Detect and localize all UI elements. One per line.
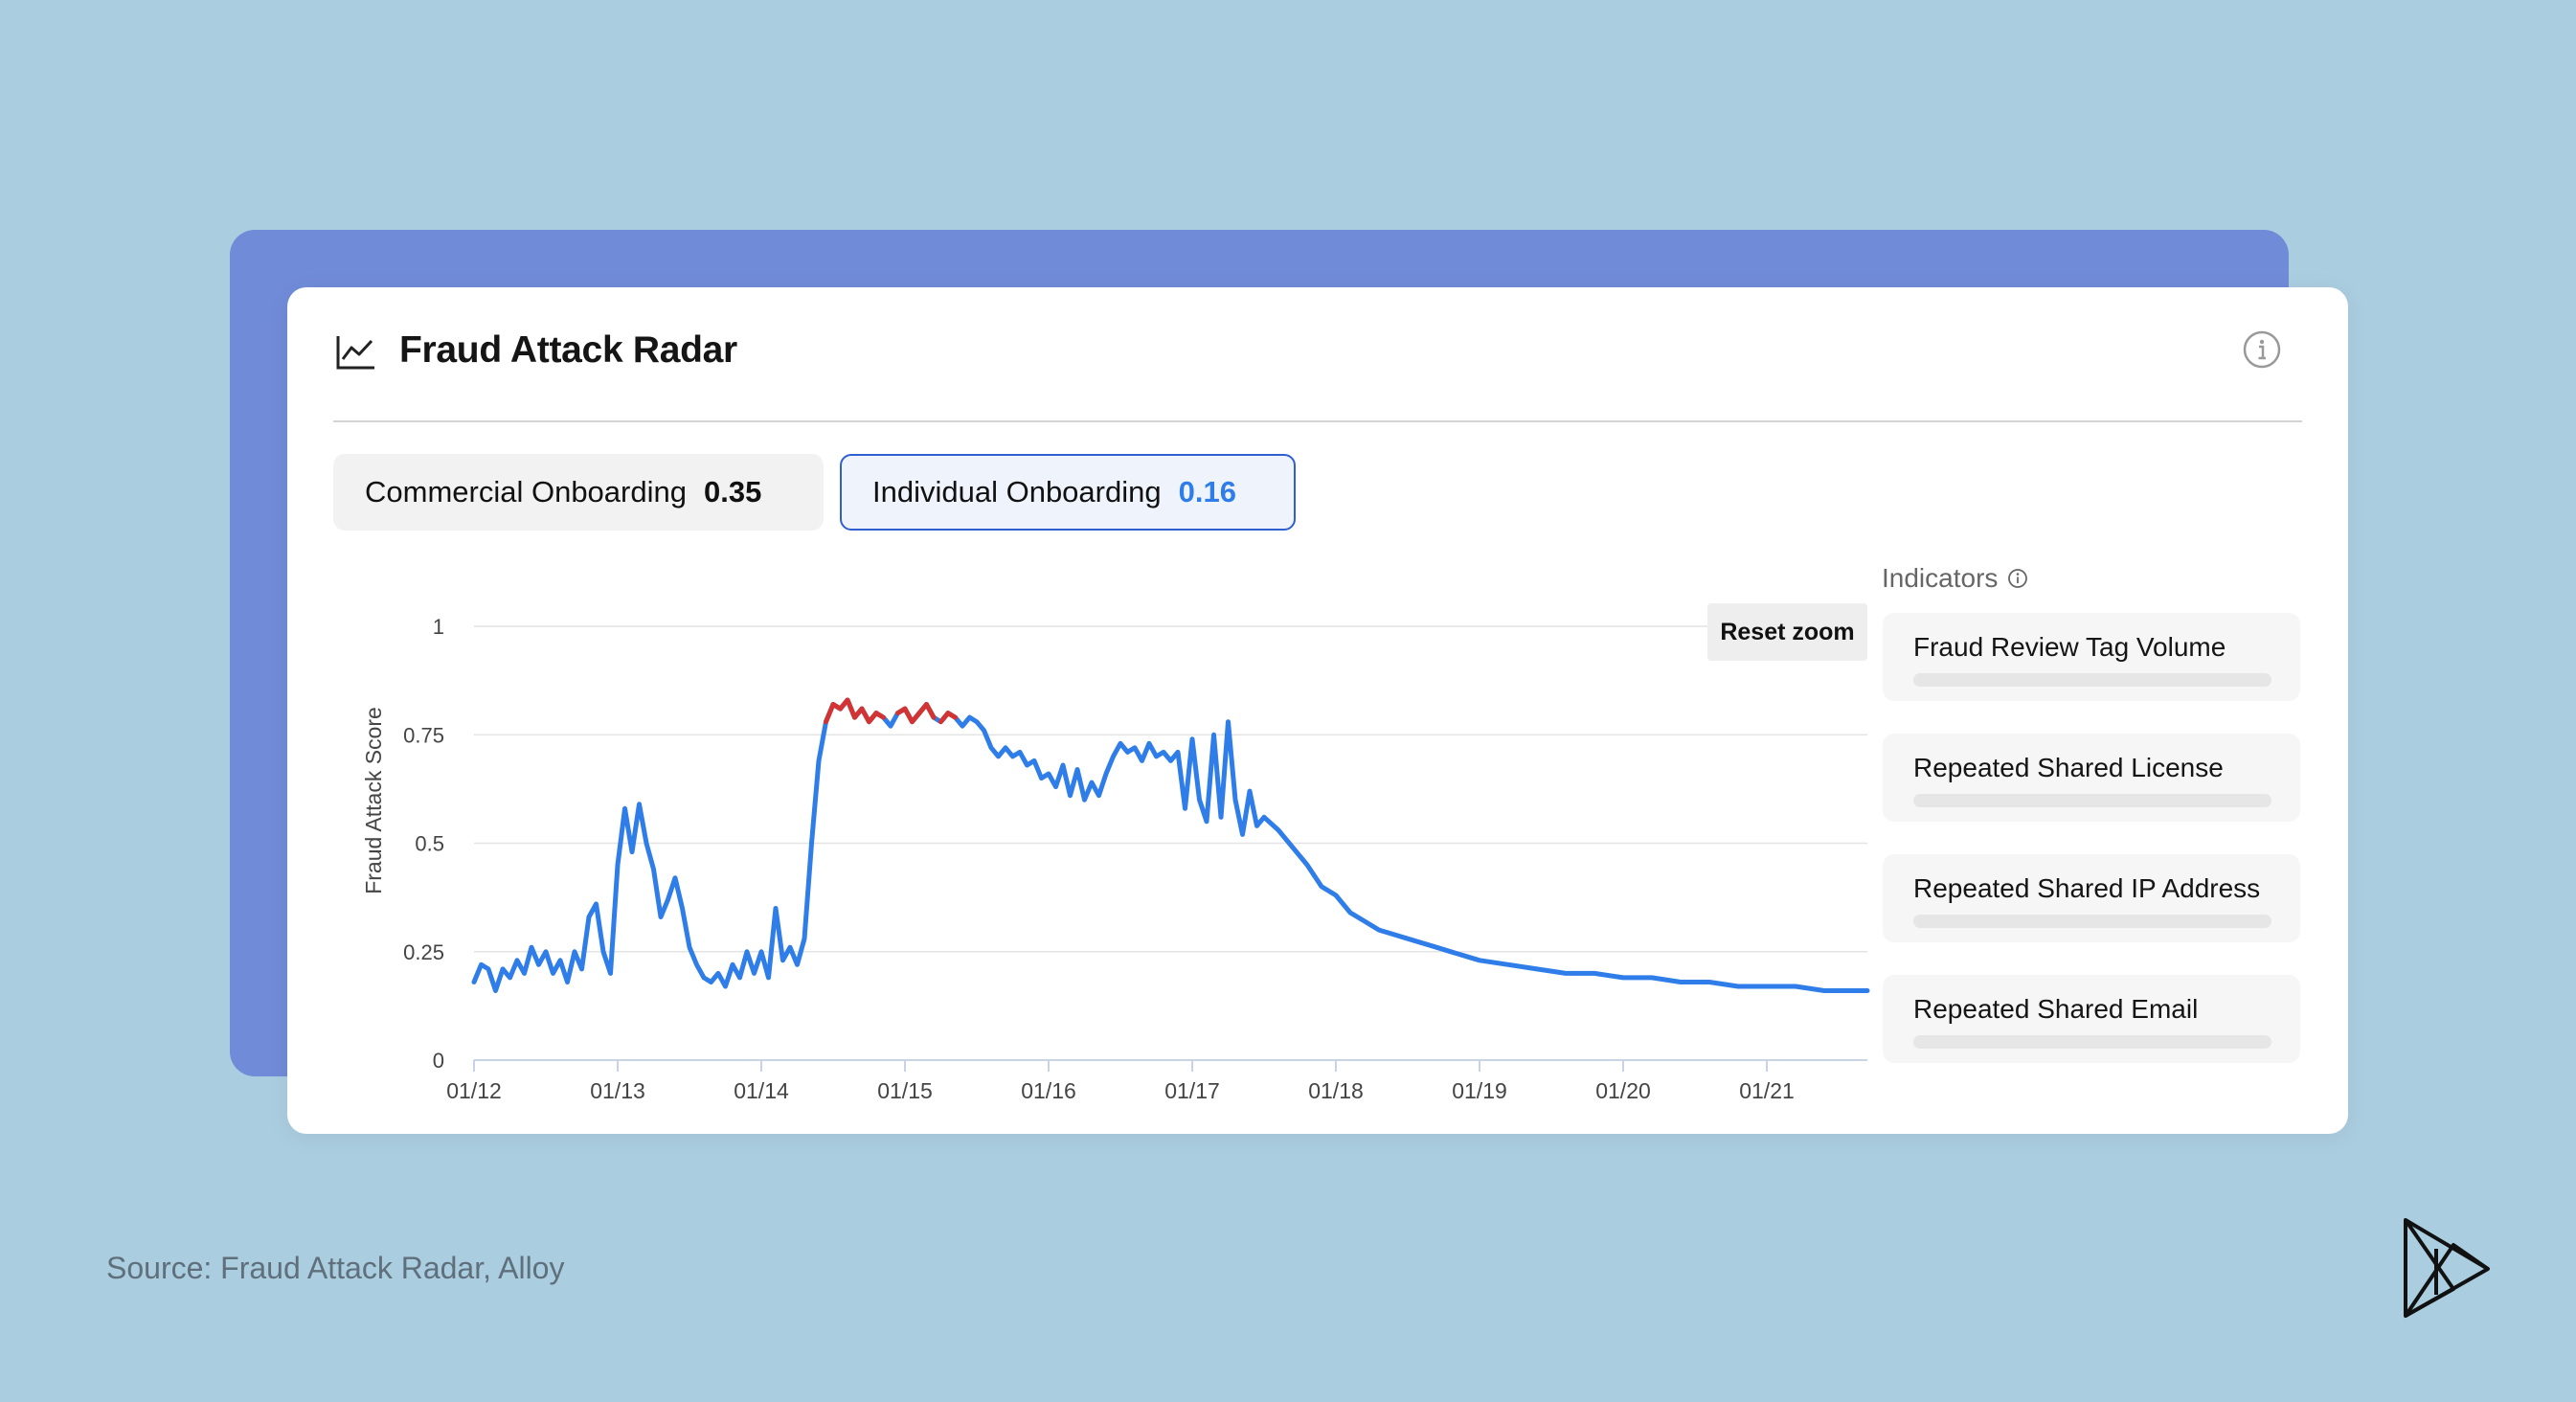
- x-tick-label: 01/17: [1164, 1078, 1220, 1103]
- indicator-bar: [1913, 794, 2271, 807]
- high-score-segment: [845, 697, 857, 720]
- info-icon[interactable]: [2007, 568, 2028, 589]
- indicator-repeated-shared-email[interactable]: Repeated Shared Email: [1883, 975, 2300, 1063]
- indicators-title: Indicators: [1882, 563, 1999, 593]
- x-tick-label: 01/16: [1021, 1078, 1076, 1103]
- tab-commercial-onboarding[interactable]: Commercial Onboarding 0.35: [333, 454, 824, 531]
- x-tick-label: 01/12: [446, 1078, 502, 1103]
- high-score-segment: [924, 702, 937, 720]
- y-tick-label: 0.25: [403, 940, 444, 964]
- x-tick-label: 01/21: [1739, 1078, 1795, 1103]
- indicator-bar: [1913, 1035, 2271, 1049]
- indicator-bar: [1913, 673, 2271, 687]
- line-chart-icon: [336, 336, 374, 370]
- header-divider: [333, 420, 2302, 422]
- indicator-label: Fraud Review Tag Volume: [1913, 632, 2226, 662]
- indicator-bar: [1913, 915, 2271, 928]
- x-tick-label: 01/19: [1452, 1078, 1507, 1103]
- y-tick-label: 0: [433, 1049, 444, 1073]
- indicator-fraud-review-tag-volume[interactable]: Fraud Review Tag Volume: [1883, 613, 2300, 701]
- brand-logo-icon: [2404, 1218, 2490, 1318]
- info-icon[interactable]: [2242, 329, 2282, 370]
- indicator-label: Repeated Shared License: [1913, 753, 2224, 782]
- tab-label: Individual Onboarding: [872, 475, 1162, 509]
- high-score-segment: [945, 711, 958, 720]
- tab-individual-onboarding[interactable]: Individual Onboarding 0.16: [840, 454, 1296, 531]
- indicator-label: Repeated Shared Email: [1913, 994, 2199, 1024]
- y-axis-label: Fraud Attack Score: [361, 707, 386, 894]
- page-title: Fraud Attack Radar: [399, 329, 737, 371]
- high-score-segment: [824, 702, 836, 725]
- x-tick-label: 01/14: [734, 1078, 789, 1103]
- tab-score: 0.35: [703, 475, 762, 509]
- tab-score: 0.16: [1178, 475, 1236, 509]
- x-tick-label: 01/15: [877, 1078, 933, 1103]
- tab-label: Commercial Onboarding: [365, 475, 687, 509]
- reset-zoom-button[interactable]: Reset zoom: [1707, 603, 1867, 661]
- x-tick-label: 01/18: [1308, 1078, 1364, 1103]
- y-tick-label: 0.5: [415, 832, 444, 856]
- x-tick-label: 01/13: [590, 1078, 645, 1103]
- fraud-score-chart[interactable]: 0 0.25 0.5 0.75 1 01/12 01/13 01/14 01/15 01/16 01…: [287, 565, 1877, 1360]
- series-line: [471, 697, 1870, 993]
- indicator-repeated-shared-license[interactable]: Repeated Shared License: [1883, 734, 2300, 822]
- y-tick-label: 0.75: [403, 723, 444, 747]
- high-score-segment: [873, 711, 886, 720]
- indicators-heading: Indicators: [1882, 563, 2028, 594]
- x-tick-label: 01/20: [1595, 1078, 1651, 1103]
- source-caption: Source: Fraud Attack Radar, Alloy: [106, 1251, 565, 1285]
- indicator-repeated-shared-ip-address[interactable]: Repeated Shared IP Address: [1883, 854, 2300, 942]
- y-tick-label: 1: [433, 615, 444, 639]
- fraud-radar-card: Fraud Attack Radar Commercial Onboarding…: [287, 287, 2348, 1134]
- indicator-label: Repeated Shared IP Address: [1913, 873, 2261, 903]
